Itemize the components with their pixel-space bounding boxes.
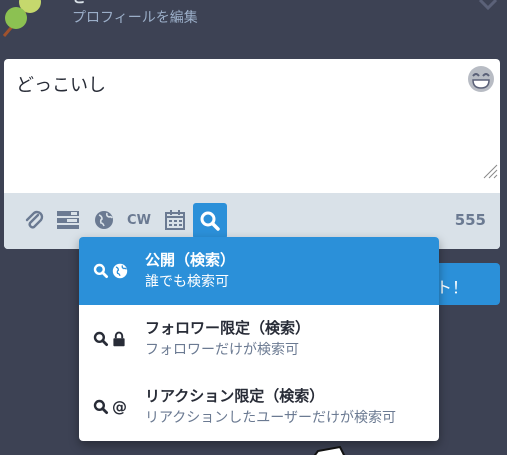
edit-profile-link[interactable]: プロフィールを編集: [72, 7, 198, 27]
compose-textarea[interactable]: どっこいし: [16, 71, 106, 97]
visibility-option-followers-search[interactable]: フォロワー限定（検索） フォロワーだけが検索可: [79, 305, 439, 373]
search-icon: [93, 331, 108, 346]
visibility-search-button[interactable]: [193, 203, 227, 239]
option-description: 誰でも検索可: [145, 274, 229, 290]
option-description: リアクションしたユーザーだけが検索可: [145, 410, 397, 426]
search-icon: [93, 263, 108, 278]
search-icon: [93, 399, 108, 414]
mascot-image: [310, 444, 350, 455]
option-title: フォロワー限定（検索）: [145, 319, 311, 337]
avatar[interactable]: [0, 0, 50, 40]
search-icon: [200, 211, 220, 231]
lock-icon: [113, 331, 125, 347]
calendar-icon[interactable]: [161, 207, 189, 233]
option-title: 公開（検索）: [145, 251, 236, 269]
option-description: フォロワーだけが検索可: [145, 342, 299, 358]
display-name: さ: [72, 0, 87, 7]
paperclip-icon[interactable]: [20, 207, 48, 233]
visibility-dropdown: 公開（検索） 誰でも検索可 フォロワー限定（検索） フォロワーだけが検索可 @ …: [79, 237, 439, 441]
visibility-option-reaction-search[interactable]: @ リアクション限定（検索） リアクションしたユーザーだけが検索可: [79, 373, 439, 441]
compose-form: どっこいし CW 555: [4, 59, 500, 249]
poll-icon[interactable]: [54, 207, 82, 233]
resize-handle-icon[interactable]: [482, 163, 498, 179]
character-counter: 555: [454, 211, 486, 229]
content-warning-button[interactable]: CW: [125, 207, 153, 233]
at-icon: @: [112, 398, 127, 416]
option-title: リアクション限定（検索）: [145, 387, 325, 405]
chevron-down-icon[interactable]: [477, 0, 499, 14]
visibility-option-public-search[interactable]: 公開（検索） 誰でも検索可: [79, 237, 439, 305]
globe-icon[interactable]: [90, 207, 118, 233]
emoji-picker-icon[interactable]: [467, 65, 495, 93]
globe-icon: [112, 263, 128, 279]
